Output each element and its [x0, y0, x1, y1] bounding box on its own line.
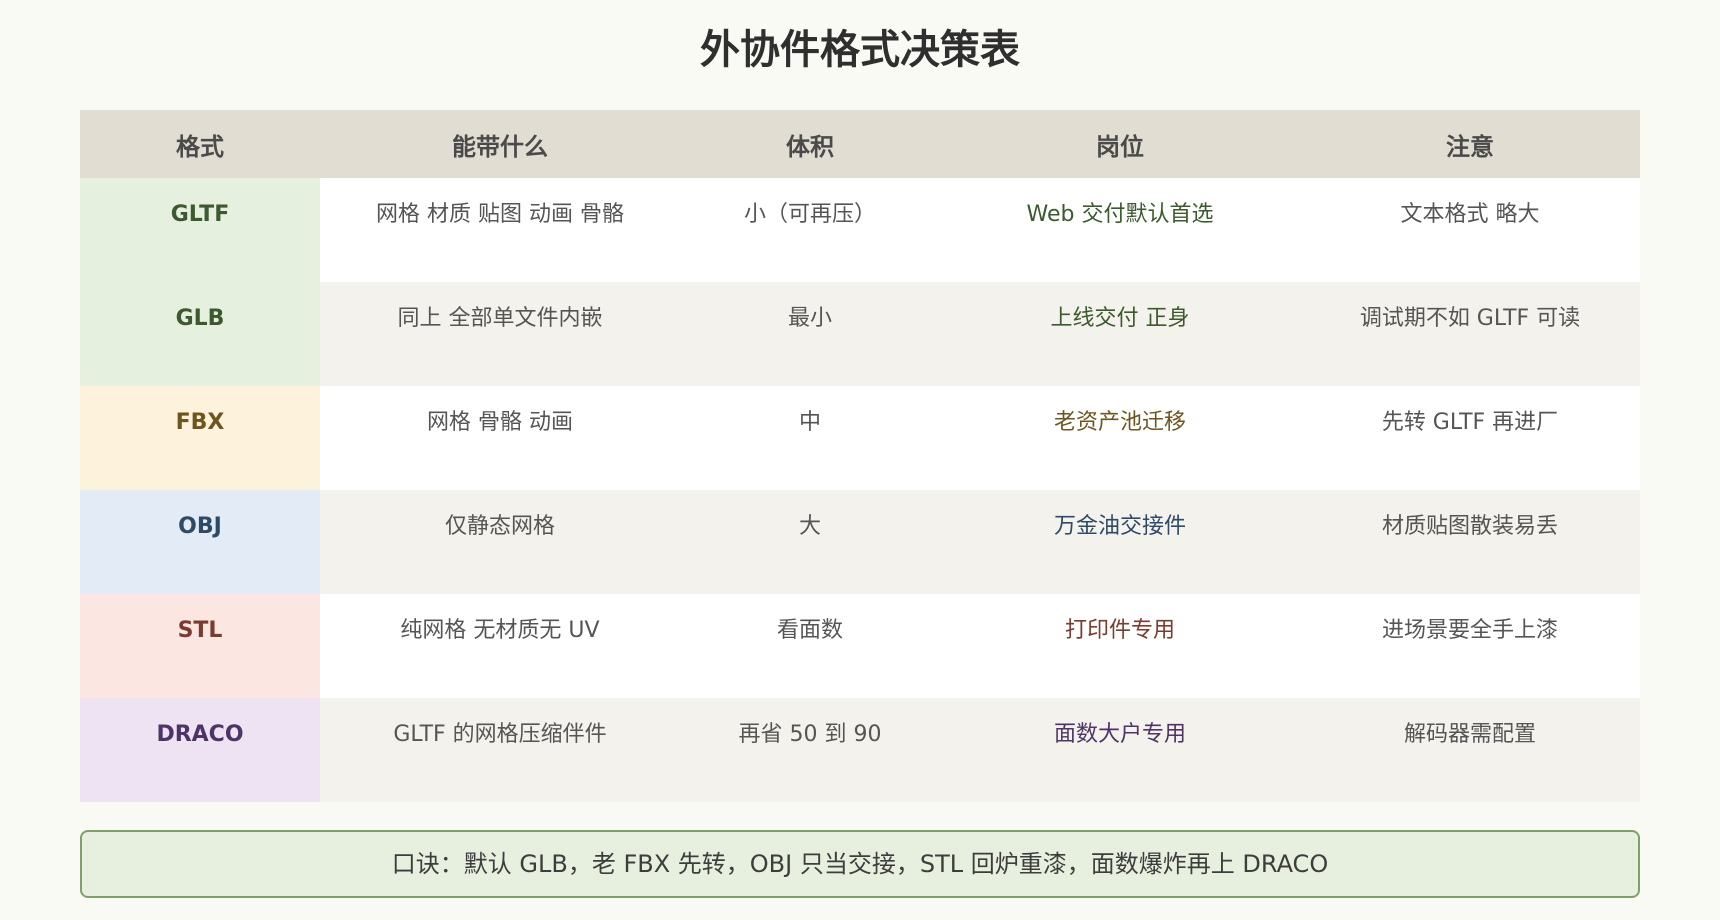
role-cell: 上线交付 正身 — [940, 282, 1300, 386]
page-title: 外协件格式决策表 — [700, 27, 1020, 73]
table-row: OBJ 仅静态网格 大 万金油交接件 材质贴图散装易丢 — [80, 490, 1640, 594]
format-cell: GLTF — [80, 178, 320, 282]
mnemonic-callout: 口诀：默认 GLB，老 FBX 先转，OBJ 只当交接，STL 回炉重漆，面数爆… — [80, 830, 1640, 898]
size-cell: 再省 50 到 90 — [680, 698, 940, 802]
page: 外协件格式决策表 格式 能带什么 体积 岗位 注意 GLTF 网格 材质 贴图 … — [0, 0, 1720, 920]
size-cell: 看面数 — [680, 594, 940, 698]
format-cell: FBX — [80, 386, 320, 490]
notes-cell: 文本格式 略大 — [1300, 178, 1640, 282]
contents-cell: GLTF 的网格压缩伴件 — [320, 698, 680, 802]
role-cell: 打印件专用 — [940, 594, 1300, 698]
contents-cell: 网格 骨骼 动画 — [320, 386, 680, 490]
role-cell: 万金油交接件 — [940, 490, 1300, 594]
header-size: 体积 — [680, 110, 940, 178]
notes-cell: 进场景要全手上漆 — [1300, 594, 1640, 698]
table-row: DRACO GLTF 的网格压缩伴件 再省 50 到 90 面数大户专用 解码器… — [80, 698, 1640, 802]
format-cell: DRACO — [80, 698, 320, 802]
table-row: FBX 网格 骨骼 动画 中 老资产池迁移 先转 GLTF 再进厂 — [80, 386, 1640, 490]
contents-cell: 同上 全部单文件内嵌 — [320, 282, 680, 386]
notes-cell: 解码器需配置 — [1300, 698, 1640, 802]
contents-cell: 网格 材质 贴图 动画 骨骼 — [320, 178, 680, 282]
format-cell: OBJ — [80, 490, 320, 594]
size-cell: 最小 — [680, 282, 940, 386]
size-cell: 中 — [680, 386, 940, 490]
table-row: STL 纯网格 无材质无 UV 看面数 打印件专用 进场景要全手上漆 — [80, 594, 1640, 698]
role-cell: Web 交付默认首选 — [940, 178, 1300, 282]
size-cell: 小（可再压） — [680, 178, 940, 282]
role-cell: 面数大户专用 — [940, 698, 1300, 802]
format-cell: STL — [80, 594, 320, 698]
table-row: GLTF 网格 材质 贴图 动画 骨骼 小（可再压） Web 交付默认首选 文本… — [80, 178, 1640, 282]
size-cell: 大 — [680, 490, 940, 594]
notes-cell: 调试期不如 GLTF 可读 — [1300, 282, 1640, 386]
table-row: GLB 同上 全部单文件内嵌 最小 上线交付 正身 调试期不如 GLTF 可读 — [80, 282, 1640, 386]
format-cell: GLB — [80, 282, 320, 386]
header-row: 格式 能带什么 体积 岗位 注意 — [80, 110, 1640, 178]
header-contents: 能带什么 — [320, 110, 680, 178]
header-role: 岗位 — [940, 110, 1300, 178]
notes-cell: 先转 GLTF 再进厂 — [1300, 386, 1640, 490]
contents-cell: 仅静态网格 — [320, 490, 680, 594]
header-notes: 注意 — [1300, 110, 1640, 178]
header-format: 格式 — [80, 110, 320, 178]
role-cell: 老资产池迁移 — [940, 386, 1300, 490]
format-decision-table: 格式 能带什么 体积 岗位 注意 GLTF 网格 材质 贴图 动画 骨骼 小（可… — [80, 110, 1640, 802]
notes-cell: 材质贴图散装易丢 — [1300, 490, 1640, 594]
contents-cell: 纯网格 无材质无 UV — [320, 594, 680, 698]
